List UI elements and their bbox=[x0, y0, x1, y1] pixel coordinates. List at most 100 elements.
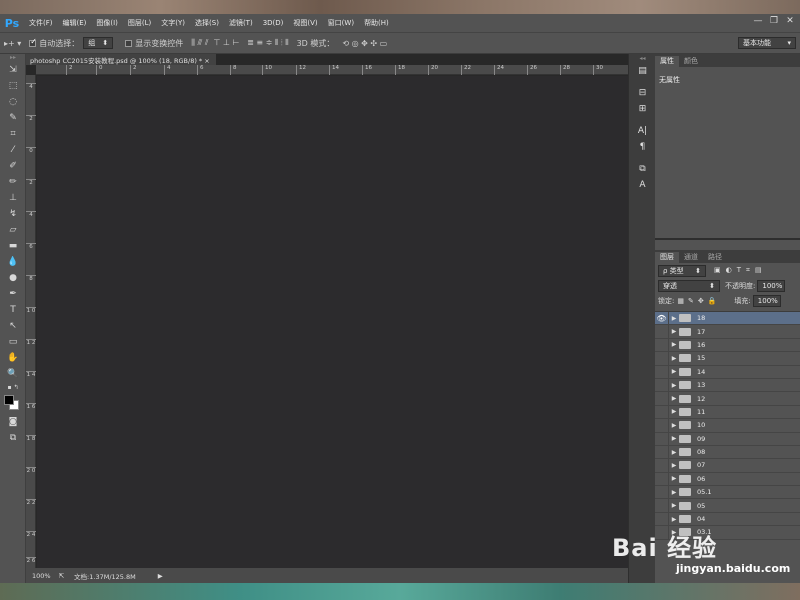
menu-help[interactable]: 帮助(H) bbox=[359, 18, 394, 28]
color-swatches[interactable] bbox=[0, 394, 26, 414]
gradient-tool-icon[interactable]: ▬ bbox=[0, 238, 26, 254]
close-button[interactable]: ✕ bbox=[782, 14, 798, 28]
layer-row[interactable]: ▶ 11 bbox=[655, 405, 800, 420]
visibility-toggle[interactable] bbox=[655, 378, 669, 392]
visibility-toggle[interactable] bbox=[655, 392, 669, 406]
visibility-toggle[interactable] bbox=[655, 418, 669, 432]
rectangle-tool-icon[interactable]: ▭ bbox=[0, 334, 26, 350]
zoom-level[interactable]: 100% bbox=[26, 572, 57, 580]
menu-layer[interactable]: 图层(L) bbox=[123, 18, 156, 28]
expand-arrow-icon[interactable]: ▶ bbox=[669, 462, 679, 469]
marquee-tool-icon[interactable]: ⬚ bbox=[0, 78, 26, 94]
visibility-toggle[interactable] bbox=[655, 445, 669, 459]
document-tab[interactable]: photoshp CC2015安装教程.psd @ 100% (18, RGB/… bbox=[26, 54, 216, 65]
visibility-toggle[interactable] bbox=[655, 472, 669, 486]
healing-brush-tool-icon[interactable]: ✐ bbox=[0, 158, 26, 174]
3d-mode-icons[interactable]: ⟲ ◎ ✥ ✣ ▭ bbox=[338, 39, 391, 48]
align-icons[interactable]: ⫼ ⫻ ⫽ ⊤ ⊥ ⊢ ≣ ≡ ≑ ⦀ ⦙ ⫴ bbox=[187, 38, 292, 48]
move-tool-icon[interactable]: ⇲ bbox=[0, 62, 26, 78]
menu-edit[interactable]: 编辑(E) bbox=[58, 18, 92, 28]
tab-color[interactable]: 颜色 bbox=[679, 56, 703, 67]
history-panel-icon[interactable]: ▤ bbox=[629, 63, 656, 79]
expand-arrow-icon[interactable]: ▶ bbox=[669, 408, 679, 415]
menu-window[interactable]: 窗口(W) bbox=[323, 18, 359, 28]
visibility-toggle[interactable] bbox=[655, 485, 669, 499]
status-menu-arrow-icon[interactable]: ▶ bbox=[136, 572, 163, 580]
dodge-tool-icon[interactable]: ● bbox=[0, 270, 26, 286]
adjustments-panel-icon[interactable]: ⊟ bbox=[629, 85, 656, 101]
minimize-button[interactable]: — bbox=[750, 14, 766, 28]
history-brush-tool-icon[interactable]: ↯ bbox=[0, 206, 26, 222]
expand-arrow-icon[interactable]: ▶ bbox=[669, 395, 679, 402]
menu-select[interactable]: 选择(S) bbox=[190, 18, 224, 28]
expand-arrow-icon[interactable]: ▶ bbox=[669, 422, 679, 429]
expand-arrow-icon[interactable]: ▶ bbox=[669, 489, 679, 496]
workspace-dropdown[interactable]: 基本功能 ▾ bbox=[738, 37, 796, 49]
visibility-toggle[interactable] bbox=[655, 351, 669, 365]
restore-button[interactable]: ❐ bbox=[766, 14, 782, 28]
lock-icons[interactable]: ▦✎✥🔒 bbox=[677, 297, 720, 305]
quick-select-tool-icon[interactable]: ✎ bbox=[0, 110, 26, 126]
auto-select-checkbox[interactable] bbox=[29, 37, 37, 47]
expand-arrow-icon[interactable]: ▶ bbox=[669, 435, 679, 442]
layer-row[interactable]: ▶ 12 bbox=[655, 392, 800, 406]
dock-collapse-icon[interactable]: ◂◂ bbox=[629, 54, 656, 63]
filter-icons[interactable]: ▣◐T⌗▤ bbox=[714, 266, 767, 275]
lasso-tool-icon[interactable]: ◌ bbox=[0, 94, 26, 110]
expand-arrow-icon[interactable]: ▶ bbox=[669, 475, 679, 482]
paragraph-styles-icon[interactable]: A bbox=[629, 177, 656, 193]
document-canvas[interactable] bbox=[37, 76, 628, 568]
foreground-color-swatch[interactable] bbox=[4, 395, 14, 405]
layer-row[interactable]: ▶ 16 bbox=[655, 338, 800, 353]
layer-row[interactable]: ▶ 10 bbox=[655, 418, 800, 433]
blur-tool-icon[interactable]: 💧 bbox=[0, 254, 26, 270]
brush-tool-icon[interactable]: ✏ bbox=[0, 174, 26, 190]
fill-input[interactable]: 100% bbox=[752, 294, 781, 307]
menu-type[interactable]: 文字(Y) bbox=[156, 18, 190, 28]
clone-stamp-tool-icon[interactable]: ⊥ bbox=[0, 190, 26, 206]
auto-select-dropdown[interactable]: 组 ⬍ bbox=[83, 37, 114, 49]
pen-tool-icon[interactable]: ✒ bbox=[0, 286, 26, 302]
menu-file[interactable]: 文件(F) bbox=[24, 18, 58, 28]
tab-layers[interactable]: 图层 bbox=[655, 252, 679, 263]
show-transform-checkbox[interactable] bbox=[125, 39, 133, 47]
expand-arrow-icon[interactable]: ▶ bbox=[669, 449, 679, 456]
character-styles-icon[interactable]: ⧉ bbox=[629, 161, 656, 177]
expand-arrow-icon[interactable]: ▶ bbox=[669, 328, 679, 335]
hand-tool-icon[interactable]: ✋ bbox=[0, 350, 26, 366]
eraser-tool-icon[interactable]: ▱ bbox=[0, 222, 26, 238]
layer-row[interactable]: ▶ 06 bbox=[655, 472, 800, 487]
layer-row[interactable]: ▶ 09 bbox=[655, 432, 800, 446]
layer-row[interactable]: ▶ 08 bbox=[655, 445, 800, 460]
layer-row[interactable]: ▶ 04 bbox=[655, 512, 800, 527]
layer-row[interactable]: ▶ 05.1 bbox=[655, 485, 800, 500]
menu-filter[interactable]: 滤镜(T) bbox=[224, 18, 258, 28]
expand-arrow-icon[interactable]: ▶ bbox=[669, 315, 679, 322]
menu-3d[interactable]: 3D(D) bbox=[258, 19, 289, 27]
visibility-toggle[interactable] bbox=[655, 459, 669, 472]
quick-mask-icon[interactable]: ◙ bbox=[0, 414, 26, 430]
close-tab-icon[interactable]: × bbox=[204, 57, 209, 65]
visibility-toggle[interactable] bbox=[655, 338, 669, 352]
blend-mode-dropdown[interactable]: 穿透 ⬍ bbox=[658, 279, 720, 292]
expand-arrow-icon[interactable]: ▶ bbox=[669, 502, 679, 509]
character-panel-icon[interactable]: A| bbox=[629, 123, 656, 139]
menu-view[interactable]: 视图(V) bbox=[288, 18, 322, 28]
paragraph-panel-icon[interactable]: ¶ bbox=[629, 139, 656, 155]
export-icon[interactable]: ⇱ bbox=[57, 572, 74, 580]
visibility-toggle[interactable] bbox=[655, 405, 669, 419]
tab-paths[interactable]: 路径 bbox=[703, 252, 727, 263]
menu-image[interactable]: 图像(I) bbox=[91, 18, 123, 28]
layer-row[interactable]: 👁 ▶ 18 bbox=[655, 311, 800, 326]
layer-row[interactable]: ▶ 07 bbox=[655, 459, 800, 473]
expand-arrow-icon[interactable]: ▶ bbox=[669, 368, 679, 375]
visibility-eye-icon[interactable]: 👁 bbox=[655, 311, 669, 325]
crop-tool-icon[interactable]: ⌗ bbox=[0, 126, 26, 142]
tab-channels[interactable]: 通道 bbox=[679, 252, 703, 263]
visibility-toggle[interactable] bbox=[655, 432, 669, 446]
visibility-toggle[interactable] bbox=[655, 365, 669, 379]
visibility-toggle[interactable] bbox=[655, 499, 669, 513]
visibility-toggle[interactable] bbox=[655, 325, 669, 339]
expand-arrow-icon[interactable]: ▶ bbox=[669, 516, 679, 523]
layer-row[interactable]: ▶ 13 bbox=[655, 378, 800, 393]
